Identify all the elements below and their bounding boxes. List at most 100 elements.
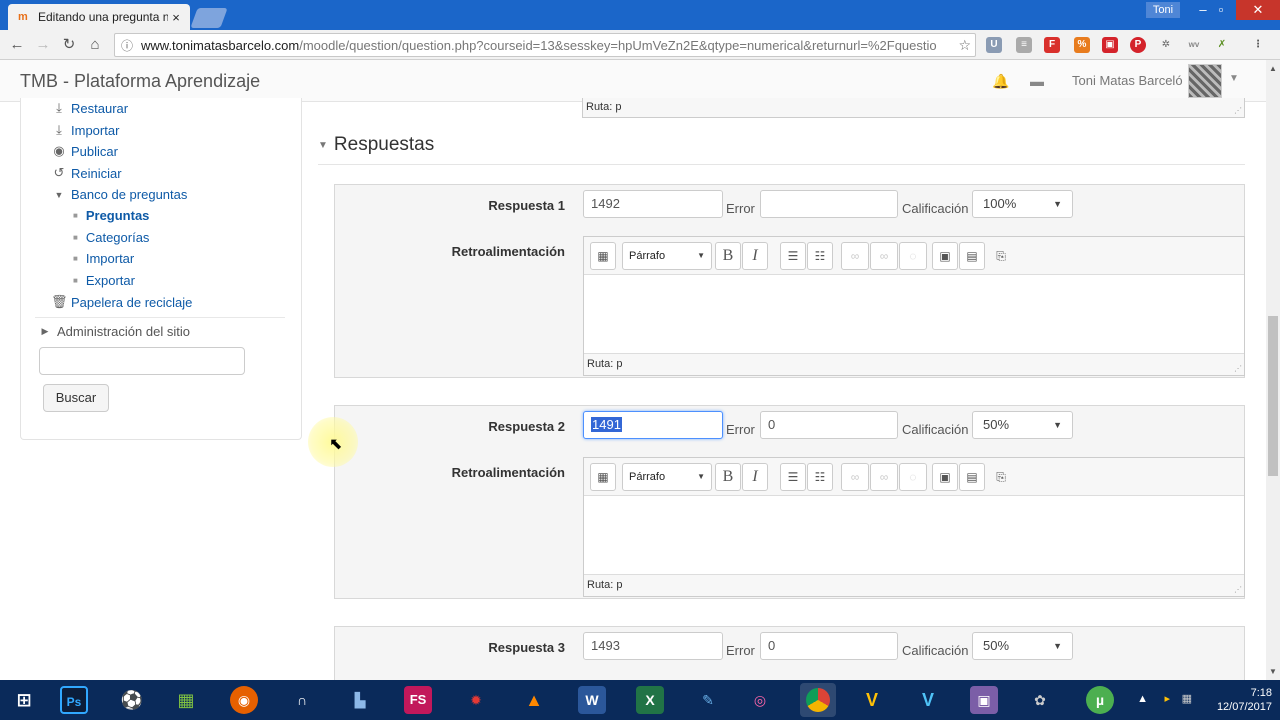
image-icon[interactable]: ▣ <box>932 242 958 270</box>
tab-close-button[interactable]: × <box>168 10 184 25</box>
extension-wv-icon[interactable]: wv <box>1186 37 1202 53</box>
format-select[interactable]: Párrafo ▼ <box>622 242 712 270</box>
resize-grip-icon[interactable]: ⋰ <box>1234 364 1242 373</box>
image-icon[interactable]: ▣ <box>932 463 958 491</box>
app-grid-icon[interactable]: ▦ <box>172 686 200 714</box>
profile-chip[interactable]: Toni <box>1146 2 1180 18</box>
app-pen-icon[interactable]: ✎ <box>694 686 722 714</box>
tray-app-icon[interactable]: ▸ <box>1164 692 1170 705</box>
italic-icon[interactable]: I <box>742 463 768 491</box>
sidebar-item-question-bank[interactable]: ▼ Banco de preguntas <box>51 187 188 202</box>
user-name[interactable]: Toni Matas Barceló <box>1072 73 1183 88</box>
app-arch-icon[interactable]: ∩ <box>288 686 316 714</box>
sidebar-item-categories[interactable]: ■ Categorías <box>73 230 149 245</box>
ordered-list-icon[interactable]: ☷ <box>807 242 833 270</box>
sidebar-item-restore[interactable]: ⤓ Restaurar <box>51 100 128 116</box>
taskbar-clock[interactable]: 7:18 12/07/2017 <box>1217 686 1272 714</box>
scrollbar-thumb[interactable] <box>1268 316 1278 476</box>
error-input[interactable]: 0 <box>760 632 898 660</box>
url-bar[interactable]: ⓘ www.tonimatasbarcelo.com/moodle/questi… <box>114 33 976 57</box>
new-tab-button[interactable] <box>190 8 228 28</box>
collapse-arrow-icon[interactable]: ▼ <box>318 140 328 151</box>
site-brand[interactable]: TMB - Plataforma Aprendizaje <box>20 71 260 92</box>
extension-puzzle-icon[interactable]: ✲ <box>1158 37 1174 53</box>
maximize-icon[interactable]: ▫ <box>1206 0 1236 20</box>
app-paint-icon[interactable]: ✿ <box>1026 686 1054 714</box>
photoshop-icon[interactable]: Ps <box>60 686 88 714</box>
feedback-text-area[interactable] <box>584 496 1244 574</box>
link-icon[interactable]: ∞ <box>841 463 869 491</box>
error-input[interactable] <box>760 190 898 218</box>
grade-select[interactable]: 50% ▼ <box>972 411 1073 439</box>
reload-icon[interactable]: ↻ <box>60 36 78 54</box>
sidebar-item-import[interactable]: ⤓ Importar <box>51 122 119 138</box>
unlink-icon[interactable]: ∞ <box>870 242 898 270</box>
windows-start-icon[interactable]: ⊞ <box>10 686 38 714</box>
tray-expand-icon[interactable]: ▲ <box>1137 693 1148 705</box>
extension-list-icon[interactable]: ≡ <box>1016 37 1032 53</box>
browser-tab[interactable]: m Editando una pregunta n × <box>8 4 190 30</box>
user-menu-caret-icon[interactable]: ▼ <box>1229 73 1239 84</box>
vlc-icon[interactable]: ▲ <box>520 686 548 714</box>
link-icon[interactable]: ∞ <box>841 242 869 270</box>
toolbar-toggle-icon[interactable]: ▦ <box>590 463 616 491</box>
pinterest-icon[interactable]: P <box>1130 37 1146 53</box>
media-icon[interactable]: ▤ <box>959 463 985 491</box>
sidebar-item-questions[interactable]: ■ Preguntas <box>73 208 149 223</box>
soccer-ball-icon[interactable]: ⚽ <box>118 686 146 714</box>
search-button[interactable]: Buscar <box>43 384 109 412</box>
admin-search-input[interactable] <box>39 347 245 375</box>
close-window-icon[interactable]: ✕ <box>1236 0 1280 20</box>
chrome-icon[interactable] <box>800 683 836 717</box>
unordered-list-icon[interactable]: ☰ <box>780 463 806 491</box>
app-fs-icon[interactable]: FS <box>404 686 432 714</box>
answer-input[interactable]: 1492 <box>583 190 723 218</box>
emoticon-icon[interactable]: ◌ <box>899 242 927 270</box>
info-icon[interactable]: ⓘ <box>121 37 137 54</box>
format-select[interactable]: Párrafo ▼ <box>622 463 712 491</box>
app-v-yellow-icon[interactable]: V <box>858 686 886 714</box>
network-icon[interactable]: ▦ <box>1182 692 1192 705</box>
firefox-icon[interactable]: ◉ <box>230 686 258 714</box>
extension-u-icon[interactable]: U <box>986 37 1002 53</box>
extension-pdf-icon[interactable]: ▣ <box>1102 37 1118 53</box>
sidebar-item-bank-export[interactable]: ■ Exportar <box>73 273 135 288</box>
sidebar-item-bank-import[interactable]: ■ Importar <box>73 251 134 266</box>
toolbar-toggle-icon[interactable]: ▦ <box>590 242 616 270</box>
unordered-list-icon[interactable]: ☰ <box>780 242 806 270</box>
italic-icon[interactable]: I <box>742 242 768 270</box>
scroll-up-icon[interactable]: ▲ <box>1269 64 1277 73</box>
excel-icon[interactable]: X <box>636 686 664 714</box>
sidebar-item-site-admin[interactable]: ▶ Administración del sitio <box>37 324 190 339</box>
home-icon[interactable]: ⌂ <box>86 36 104 54</box>
word-icon[interactable]: W <box>578 686 606 714</box>
emoticon-icon[interactable]: ◌ <box>899 463 927 491</box>
scroll-down-icon[interactable]: ▼ <box>1269 667 1277 676</box>
app-bird-icon[interactable]: ✹ <box>462 686 490 714</box>
app-video-icon[interactable]: ▣ <box>970 686 998 714</box>
grade-select[interactable]: 50% ▼ <box>972 632 1073 660</box>
messages-icon[interactable]: ▬ <box>1030 73 1044 89</box>
page-scrollbar[interactable]: ▲ ▼ <box>1266 60 1280 680</box>
error-input[interactable]: 0 <box>760 411 898 439</box>
extension-flipboard-icon[interactable]: F <box>1044 37 1060 53</box>
back-icon[interactable]: ← <box>8 36 26 54</box>
notifications-bell-icon[interactable]: 🔔 <box>992 73 1009 90</box>
extension-off-icon[interactable]: % <box>1074 37 1090 53</box>
extension-x-icon[interactable]: ✗ <box>1214 37 1230 53</box>
app-computer-icon[interactable]: ▙ <box>346 686 374 714</box>
feedback-text-area[interactable] <box>584 275 1244 353</box>
chrome-menu-icon[interactable]: ⋮ <box>1250 37 1266 53</box>
section-answers-header[interactable]: ▼ Respuestas <box>318 134 434 156</box>
avatar[interactable] <box>1188 64 1222 98</box>
app-camera-icon[interactable]: ◎ <box>746 686 774 714</box>
media-icon[interactable]: ▤ <box>959 242 985 270</box>
manage-files-icon[interactable]: ⎘ <box>988 463 1014 491</box>
forward-icon[interactable]: → <box>34 36 52 54</box>
manage-files-icon[interactable]: ⎘ <box>988 242 1014 270</box>
app-v-blue-icon[interactable]: V <box>914 686 942 714</box>
answer-input[interactable]: 1491 <box>583 411 723 439</box>
bold-icon[interactable]: B <box>715 463 741 491</box>
grade-select[interactable]: 100% ▼ <box>972 190 1073 218</box>
resize-grip-icon[interactable]: ⋰ <box>1234 106 1242 115</box>
